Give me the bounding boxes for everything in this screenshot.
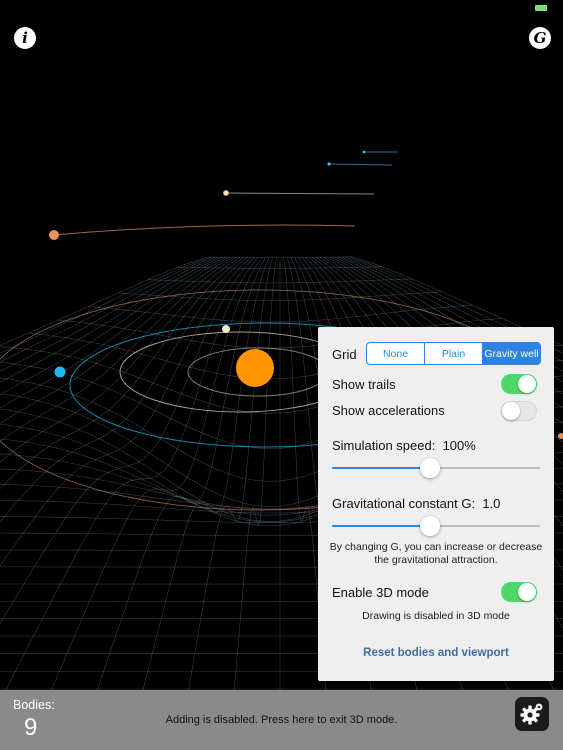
info-icon[interactable]: i <box>14 27 36 49</box>
trail-orange-far <box>53 224 356 236</box>
body-blue-planet <box>54 366 66 378</box>
grid-option-plain[interactable]: Plain <box>424 343 482 364</box>
battery-icon <box>535 5 547 11</box>
exit-3d-mode-message[interactable]: Adding is disabled. Press here to exit 3… <box>0 714 563 726</box>
simulation-speed-label: Simulation speed: 100% <box>332 438 476 453</box>
simulation-speed-slider[interactable] <box>332 458 540 478</box>
body-cream-far <box>223 190 229 196</box>
settings-button[interactable] <box>515 697 549 731</box>
grid-option-none[interactable]: None <box>367 343 424 364</box>
body-blue-far-1 <box>327 162 331 166</box>
grid-option-gravity-well[interactable]: Gravity well <box>482 343 540 364</box>
gear-icon <box>520 703 543 725</box>
bottom-bar[interactable]: Bodies: 9 Adding is disabled. Press here… <box>0 690 563 750</box>
enable-3d-toggle[interactable] <box>501 582 537 602</box>
trail-cream-far <box>225 192 375 195</box>
body-cream-planet <box>222 325 230 333</box>
drawing-disabled-note: Drawing is disabled in 3D mode <box>362 610 510 622</box>
show-trails-toggle[interactable] <box>501 374 537 394</box>
body-orange-edge <box>558 433 563 439</box>
enable-3d-label: Enable 3D mode <box>332 585 429 600</box>
grid-segmented-control[interactable]: None Plain Gravity well <box>366 342 541 365</box>
bodies-label: Bodies: <box>13 698 55 712</box>
body-orange-planet <box>49 230 59 240</box>
show-accelerations-label: Show accelerations <box>332 403 445 418</box>
simulation-speed-value: 100% <box>442 438 476 453</box>
reset-bodies-button[interactable]: Reset bodies and viewport <box>318 647 554 659</box>
gravity-constant-icon[interactable]: G <box>529 27 551 49</box>
gravitational-constant-label: Gravitational constant G: 1.0 <box>332 496 501 511</box>
simulation-speed-thumb[interactable] <box>419 458 440 478</box>
show-accelerations-toggle[interactable] <box>501 401 537 421</box>
gravitational-constant-slider[interactable] <box>332 516 540 536</box>
body-sun <box>236 349 274 387</box>
body-blue-far-2 <box>362 150 366 154</box>
gravitational-constant-note: By changing G, you can increase or decre… <box>329 541 543 566</box>
settings-panel: Grid None Plain Gravity well Show trails… <box>318 327 554 681</box>
grid-label: Grid <box>332 347 357 362</box>
trail-blue-far-1 <box>328 163 393 166</box>
gravitational-constant-value: 1.0 <box>482 496 501 511</box>
show-trails-label: Show trails <box>332 377 396 392</box>
gravitational-constant-thumb[interactable] <box>419 516 440 536</box>
